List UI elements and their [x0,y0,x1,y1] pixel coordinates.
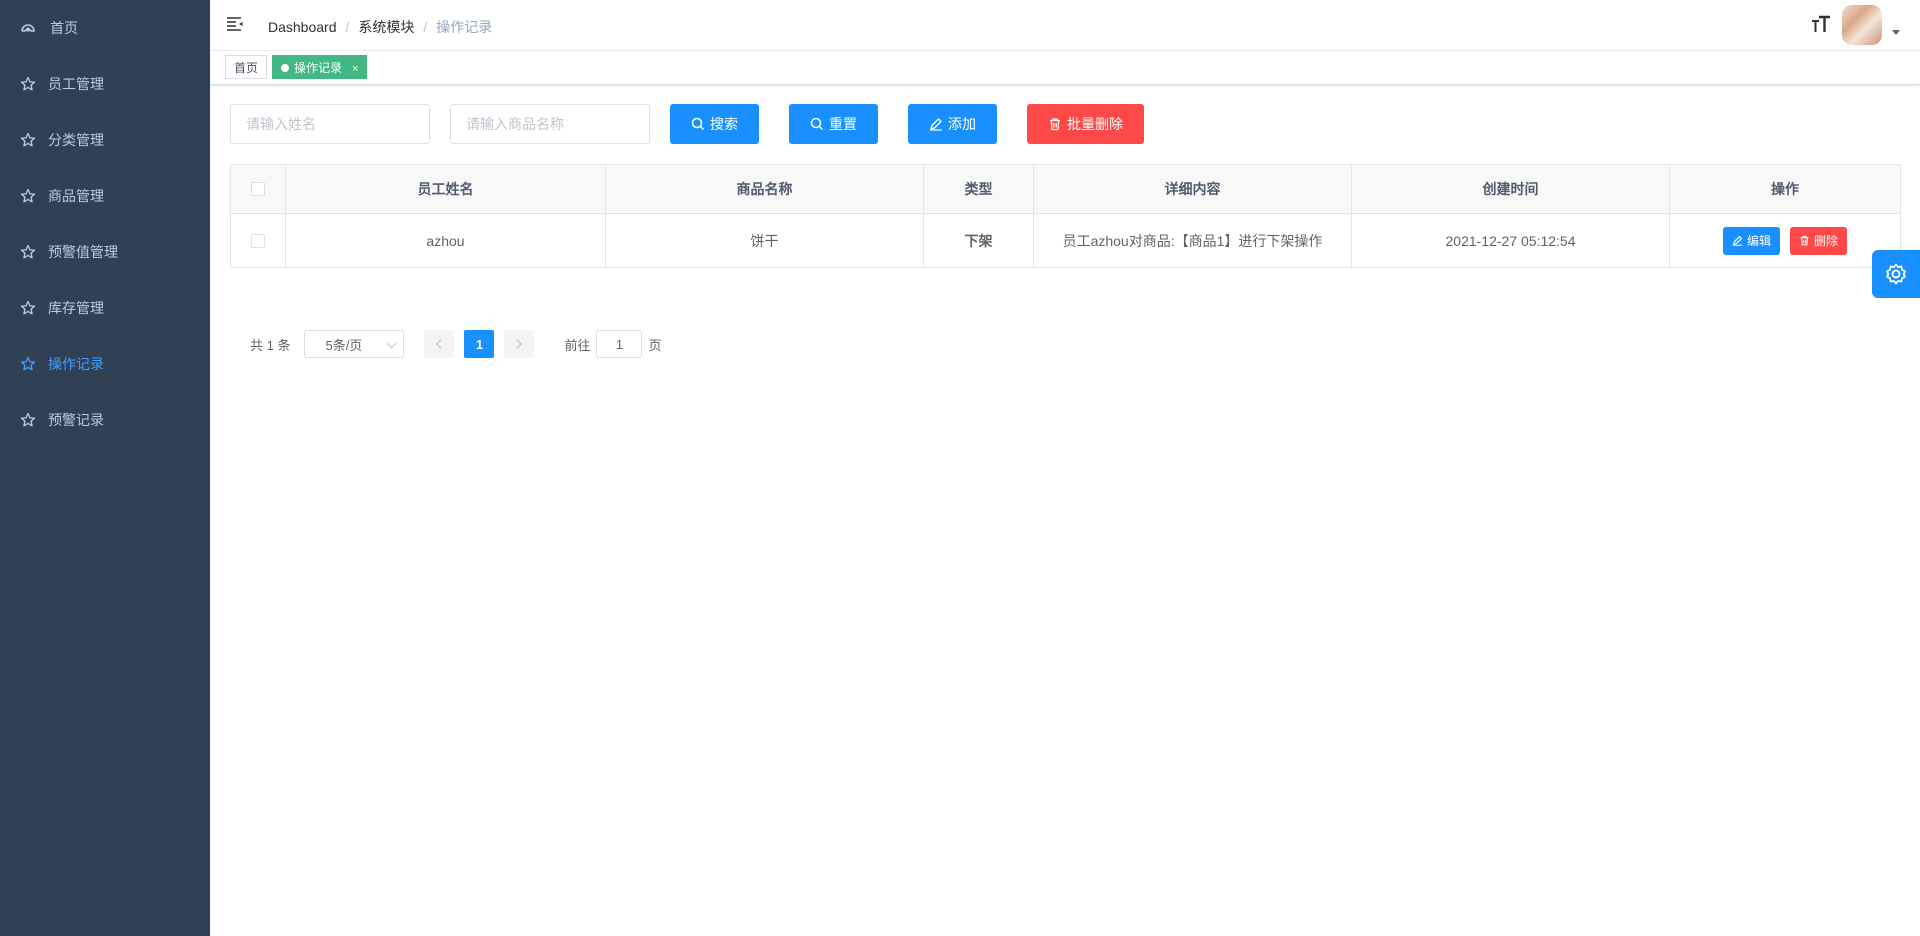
cell-employee-name: azhou [286,214,606,267]
goto-suffix: 页 [648,337,662,353]
sidebar: 首页 员工管理 分类管理 商品管理 预警值管理 库存管理 操作记录 预警记录 [0,0,210,936]
sidebar-item-label: 分类管理 [48,132,104,148]
row-select-cell [231,214,286,267]
prev-page-button[interactable] [424,330,455,358]
delete-button[interactable]: 删除 [1790,226,1848,255]
active-dot-icon [281,63,289,72]
tag-home[interactable]: 首页 [225,55,268,79]
sidebar-item-label: 库存管理 [48,300,104,316]
edit-icon [929,117,943,131]
cell-detail: 员工azhou对商品:【商品1】进行下架操作 [1034,214,1352,267]
sidebar-item-operation-log[interactable]: 操作记录 [0,336,210,392]
trash-icon [1799,235,1810,246]
goto-prefix: 前往 [564,337,591,353]
reset-button[interactable]: 重置 [789,104,878,144]
chevron-left-icon [436,339,442,349]
dashboard-icon [20,20,36,36]
breadcrumb-separator: / [423,19,428,35]
hamburger-icon[interactable] [226,16,244,32]
sidebar-item-label: 预警记录 [48,412,104,428]
name-search-input[interactable] [230,104,430,144]
add-button[interactable]: 添加 [908,104,997,144]
star-icon [20,132,36,148]
sidebar-item-warning-log[interactable]: 预警记录 [0,392,210,448]
edit-label: 编辑 [1746,234,1771,248]
sidebar-item-inventory[interactable]: 库存管理 [0,280,210,336]
gear-icon [1886,263,1906,285]
batch-delete-button[interactable]: 批量删除 [1027,104,1144,144]
settings-button[interactable] [1872,250,1920,298]
cell-type: 下架 [924,214,1034,267]
sidebar-item-label: 首页 [50,20,78,36]
edit-button[interactable]: 编辑 [1722,226,1780,255]
star-icon [20,356,36,372]
font-size-icon[interactable] [1810,14,1832,34]
breadcrumb: Dashboard / 系统模块 / 操作记录 [268,17,492,37]
sidebar-item-categories[interactable]: 分类管理 [0,112,210,168]
table-header-row: 员工姓名 商品名称 类型 详细内容 创建时间 操作 [231,165,1900,214]
navbar: Dashboard / 系统模块 / 操作记录 [210,0,1920,51]
page-size-select[interactable]: 5条/页 [304,330,405,358]
column-header: 操作 [1670,165,1900,213]
star-icon [20,76,36,92]
delete-label: 删除 [1814,234,1839,248]
star-icon [20,244,36,260]
column-header[interactable]: 创建时间 [1352,165,1670,213]
breadcrumb-system-module[interactable]: 系统模块 [358,19,414,35]
sidebar-item-home[interactable]: 首页 [0,0,210,56]
select-all-checkbox[interactable] [251,182,265,196]
search-label: 搜索 [710,116,738,132]
pagination: 共 1 条 5条/页 1 前往 页 [250,330,662,358]
breadcrumb-dashboard[interactable]: Dashboard [268,19,337,35]
goto-page-input[interactable] [596,330,643,358]
breadcrumb-current: 操作记录 [436,19,493,35]
column-header[interactable]: 员工姓名 [286,165,606,213]
tags-view: 首页 操作记录 × [210,51,1920,85]
tag-label: 首页 [234,61,259,75]
star-icon [20,300,36,316]
edit-icon [1732,235,1743,246]
star-icon [20,188,36,204]
caret-down-icon[interactable] [1892,30,1900,35]
row-checkbox[interactable] [251,233,265,248]
table-row[interactable]: azhou 饼干 下架 员工azhou对商品:【商品1】进行下架操作 2021-… [231,214,1900,267]
next-page-button[interactable] [504,330,535,358]
column-header[interactable]: 类型 [924,165,1034,213]
sidebar-item-label: 商品管理 [48,188,104,204]
operation-log-table: 员工姓名 商品名称 类型 详细内容 创建时间 操作 azhou 饼干 下架 员工… [230,164,1901,268]
close-icon[interactable]: × [352,63,358,75]
trash-icon [1048,117,1062,131]
search-icon [810,117,824,131]
chevron-down-icon [387,338,397,349]
pagination-total: 共 1 条 [250,337,291,353]
breadcrumb-separator: / [345,19,350,35]
batch-delete-label: 批量删除 [1067,116,1123,132]
sidebar-item-warning-values[interactable]: 预警值管理 [0,224,210,280]
column-header[interactable]: 商品名称 [606,165,924,213]
search-icon [691,117,705,131]
product-search-input[interactable] [450,104,650,144]
add-label: 添加 [948,116,976,132]
sidebar-item-label: 预警值管理 [48,244,118,260]
search-button[interactable]: 搜索 [670,104,759,144]
page-size-value: 5条/页 [325,337,363,353]
main-content: 搜索 重置 添加 批量删除 员工姓名 商品名称 类型 详细内容 创建时间 操作 … [210,85,1920,936]
tag-operation-log[interactable]: 操作记录 × [272,55,368,79]
sidebar-item-products[interactable]: 商品管理 [0,168,210,224]
page-number-1[interactable]: 1 [464,330,495,358]
column-header[interactable]: 详细内容 [1034,165,1352,213]
reset-label: 重置 [829,116,857,132]
tag-label: 操作记录 [294,61,343,75]
cell-product-name: 饼干 [606,214,924,267]
sidebar-item-label: 员工管理 [48,76,104,92]
avatar[interactable] [1842,5,1882,45]
chevron-right-icon [517,339,523,349]
cell-actions: 编辑 删除 [1670,214,1900,267]
select-all-cell [231,165,286,213]
sidebar-item-label: 操作记录 [48,356,104,372]
star-icon [20,412,36,428]
sidebar-item-employees[interactable]: 员工管理 [0,56,210,112]
cell-created-time: 2021-12-27 05:12:54 [1352,214,1670,267]
